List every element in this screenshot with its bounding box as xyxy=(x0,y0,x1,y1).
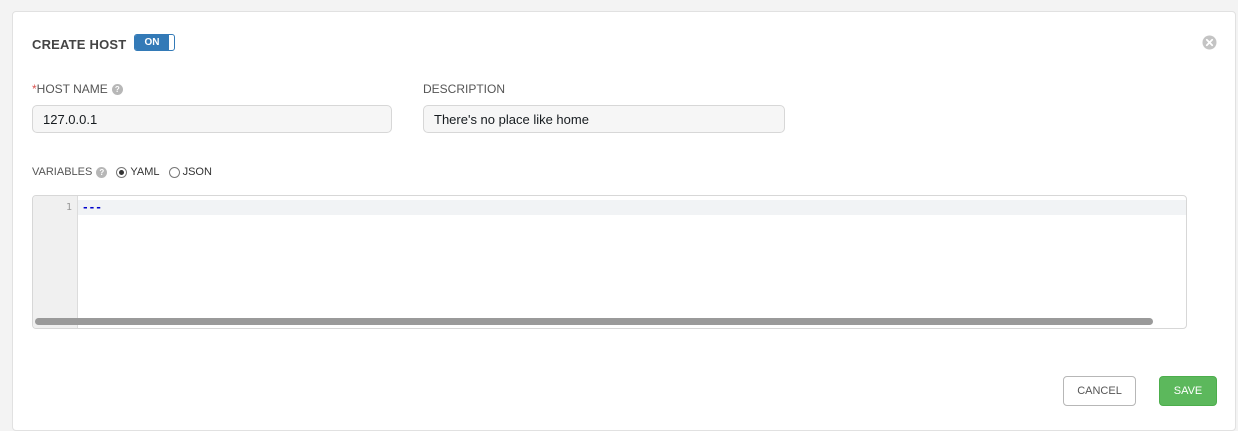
json-radio-label: JSON xyxy=(182,166,212,179)
close-icon[interactable] xyxy=(1202,35,1217,50)
description-input[interactable] xyxy=(423,105,785,133)
editor-gutter: 1 xyxy=(33,196,78,328)
help-icon[interactable]: ? xyxy=(96,166,108,178)
line-number: 1 xyxy=(65,202,72,213)
cancel-button[interactable]: CANCEL xyxy=(1063,376,1136,406)
variables-label: VARIABLES xyxy=(32,166,93,178)
yaml-radio[interactable] xyxy=(116,166,128,178)
yaml-radio-option[interactable]: YAML xyxy=(116,166,160,179)
create-host-panel: CREATE HOST ON *HOST NAME? DESCRIPTION V… xyxy=(12,11,1236,431)
host-name-label-text: HOST NAME xyxy=(36,82,108,96)
variables-code-editor[interactable]: 1 --- xyxy=(32,195,1187,329)
variables-label-row: VARIABLES? YAML JSON xyxy=(32,166,212,178)
horizontal-scrollbar[interactable] xyxy=(35,318,1153,325)
description-label: DESCRIPTION xyxy=(423,82,506,96)
toggle-on-label: ON xyxy=(135,35,169,50)
panel-title: CREATE HOST xyxy=(32,37,127,52)
help-icon[interactable]: ? xyxy=(111,84,123,96)
yaml-radio-label: YAML xyxy=(130,166,160,179)
save-button[interactable]: SAVE xyxy=(1159,376,1217,406)
host-name-input[interactable] xyxy=(32,105,392,133)
host-name-label: *HOST NAME? xyxy=(32,82,123,96)
json-radio[interactable] xyxy=(168,166,180,178)
json-radio-option[interactable]: JSON xyxy=(168,166,212,179)
enabled-toggle[interactable]: ON xyxy=(134,34,175,51)
active-line-highlight xyxy=(78,200,1186,215)
editor-code-line[interactable]: --- xyxy=(82,201,102,214)
